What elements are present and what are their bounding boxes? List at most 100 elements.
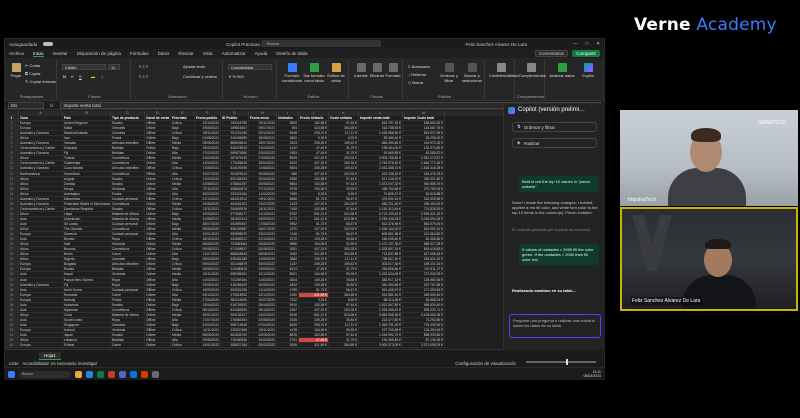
participant-2-body: [682, 275, 756, 309]
chip-analyze[interactable]: ◈ Analizar: [512, 138, 597, 148]
underline-button[interactable]: S: [79, 74, 82, 79]
document-title: Copilot Practicas.xlsx • Guardado: [225, 41, 293, 47]
table-cell[interactable]: 14/01/2022: [195, 343, 221, 349]
insert-cells-button[interactable]: Insertar: [353, 63, 369, 78]
font-color-icon[interactable]: A: [101, 74, 104, 79]
currency-icon[interactable]: € % 000: [229, 74, 244, 79]
copy-button[interactable]: ⧉ Copiar: [25, 71, 41, 76]
delete-cells-button[interactable]: Eliminar: [369, 63, 385, 78]
table-cell[interactable]: Europa: [19, 343, 63, 349]
sort-filter-button[interactable]: Ordenar y filtrar: [439, 63, 459, 83]
table-cell[interactable]: 9245: [277, 343, 299, 349]
table-cell[interactable]: 358927164: [221, 343, 249, 349]
bold-button[interactable]: N: [63, 74, 66, 79]
close-button[interactable]: ✕: [596, 41, 600, 47]
find-icon: [467, 63, 477, 72]
ribbon: Pegar ✂ Cortar ⧉ Copiar ✎ Copiar formato…: [5, 58, 604, 101]
table-cell[interactable]: Carne: [111, 343, 145, 349]
sensitivity-button[interactable]: Confidencialidad: [489, 63, 519, 78]
clear-button[interactable]: ◇ Borrar: [408, 80, 423, 85]
autosave-toggle[interactable]: [43, 42, 54, 46]
styles-group: Formato condicional Dar formato como tab…: [279, 60, 349, 99]
cell-styles-button[interactable]: Estilos de celda: [325, 63, 347, 83]
tab-9[interactable]: Ayuda: [255, 51, 268, 56]
merge-center-button[interactable]: Combinar y centrar: [183, 74, 217, 79]
table-cell[interactable]: 421,89 €: [299, 343, 329, 349]
wrap-text-button[interactable]: Ajustar texto: [183, 64, 205, 69]
table-cell[interactable]: 3.900.373,05 €: [359, 343, 403, 349]
addins-button[interactable]: Complementos: [519, 63, 546, 78]
tab-8[interactable]: Automatizar: [222, 51, 246, 56]
powerpoint-icon[interactable]: [108, 370, 115, 378]
tab-3[interactable]: Disposición de página: [77, 51, 121, 56]
tab-2[interactable]: Insertar: [53, 51, 68, 56]
excel-icon[interactable]: [97, 370, 104, 378]
office-icon[interactable]: [141, 370, 148, 378]
conditional-format-button[interactable]: Formato condicional: [281, 63, 303, 83]
table-cell[interactable]: Poland: [63, 343, 111, 349]
find-select-button[interactable]: Buscar y seleccionar: [461, 63, 483, 83]
paste-button[interactable]: Pegar: [9, 63, 23, 78]
participant-1-body: [668, 168, 746, 206]
format-painter-button[interactable]: ✎ Copiar formato: [25, 79, 56, 84]
search-box[interactable]: Buscar: [261, 40, 381, 47]
copilot-button[interactable]: Copilot: [575, 63, 601, 78]
align-top-icon[interactable]: ≡ ≡ ≡: [139, 64, 148, 69]
table-cell[interactable]: 03/02/2022: [249, 343, 277, 349]
name-box[interactable]: M1: [8, 101, 44, 109]
copilot-header: Copilot (versión prelimi…: [504, 104, 605, 116]
delete-icon: [372, 63, 382, 72]
spreadsheet-grid[interactable]: ABCDEFGHIJKLM 1 Zona País Tipo de producto C…: [5, 111, 504, 351]
smartech-logo: SMARTECH: [758, 120, 786, 126]
settings-icon[interactable]: [152, 370, 159, 378]
file-explorer-icon[interactable]: [75, 370, 82, 378]
zoom-slider[interactable]: [526, 359, 596, 365]
tab-1[interactable]: Inicio: [33, 51, 44, 57]
comments-button[interactable]: Comentarios: [534, 50, 569, 57]
edge-icon[interactable]: [86, 370, 93, 378]
chip-sort-filter[interactable]: ⇅ Ordenar y filtrar: [512, 122, 597, 132]
table-cell[interactable]: 3.371.559,05 €: [403, 343, 445, 349]
tab-4[interactable]: Fórmulas: [130, 51, 149, 56]
italic-button[interactable]: K: [71, 74, 74, 79]
working-status: Realizando cambios en su tabla…: [512, 288, 577, 293]
table-cell[interactable]: Online: [145, 343, 171, 349]
highlight-icon[interactable]: ▬: [91, 74, 95, 79]
table-icon: [309, 63, 319, 72]
autosum-button[interactable]: Σ Autosuma: [408, 64, 430, 69]
align-left-icon[interactable]: ≡ ≡ ≡: [139, 74, 148, 79]
display-settings[interactable]: Configuración de visualización: [455, 361, 516, 366]
maximize-button[interactable]: □: [586, 41, 589, 47]
teams-icon[interactable]: [119, 370, 126, 378]
fill-button[interactable]: ↓ Rellenar: [408, 72, 426, 77]
analyze-icon: [557, 63, 567, 72]
tab-7[interactable]: Vista: [203, 51, 213, 56]
tab-10[interactable]: Diseño de tabla: [276, 51, 307, 56]
fx-icon[interactable]: fx: [50, 103, 54, 108]
copilot-icon: [583, 63, 593, 72]
format-cells-button[interactable]: Formato: [385, 63, 401, 78]
user-name[interactable]: Felix Sanchez Alvarez De Lara: [465, 42, 527, 47]
outlook-icon[interactable]: [130, 370, 137, 378]
windows-start-icon[interactable]: [8, 370, 15, 378]
table-cell[interactable]: Crítica: [171, 343, 195, 349]
taskbar-search[interactable]: Buscar: [19, 370, 71, 378]
cut-button[interactable]: ✂ Cortar: [25, 63, 41, 68]
tab-5[interactable]: Datos: [158, 51, 170, 56]
sort-icon: [444, 63, 454, 72]
number-format-select[interactable]: Contabilidad: [228, 64, 272, 70]
font-size-select[interactable]: 11: [108, 64, 120, 70]
minimize-button[interactable]: —: [573, 41, 578, 47]
analyze-data-button[interactable]: Analizar datos: [549, 63, 575, 78]
copilot-prompt-input[interactable]: Pregunte una pregunta o realizar una sol…: [509, 314, 601, 338]
table-cell[interactable]: 364,69 €: [329, 343, 359, 349]
sheet-tab[interactable]: Hoja1: [39, 352, 61, 360]
accessibility-status[interactable]: Accesibilidad: es necesario investigar: [22, 361, 97, 366]
format-table-button[interactable]: Dar formato como tabla: [303, 63, 325, 83]
v-logo-icon: [632, 215, 672, 271]
share-button[interactable]: Compartir: [572, 50, 600, 57]
row-number[interactable]: 46: [5, 343, 19, 349]
tab-6[interactable]: Revisar: [178, 51, 193, 56]
font-name-select[interactable]: Calibri: [62, 64, 106, 70]
tab-0[interactable]: Archivo: [9, 51, 24, 56]
